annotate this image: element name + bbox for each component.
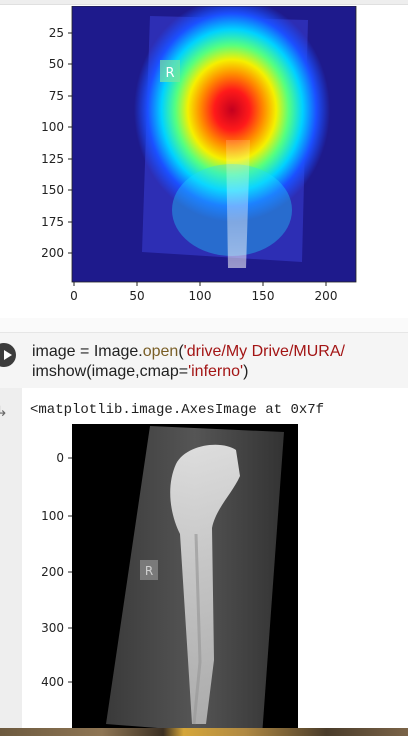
top-toolbar-edge — [0, 0, 408, 5]
y-tick: 300 — [41, 621, 64, 635]
y-tick: 25 — [49, 26, 64, 40]
y-tick: 0 — [56, 451, 64, 465]
y-tick: 100 — [41, 509, 64, 523]
marker-letter: R — [165, 66, 174, 81]
cell-separator — [0, 318, 408, 332]
x-tick: 100 — [189, 289, 212, 303]
x-tick: 200 — [315, 289, 338, 303]
x-tick: 50 — [129, 289, 144, 303]
heatmap-plot: R 25 50 75 100 125 150 175 200 0 50 100 … — [41, 6, 357, 303]
code-cell[interactable]: image = Image.open('drive/My Drive/MURA/… — [0, 332, 408, 390]
code-line-2[interactable]: imshow(image,cmap='inferno') — [32, 363, 248, 381]
forearm-bone-shadow — [226, 140, 250, 268]
inferno-plot: R 0 100 200 300 400 — [41, 424, 298, 732]
output-arrow-icon[interactable]: ↳ — [0, 404, 8, 420]
output-cell: ↳ <matplotlib.image.AxesImage at 0x7f R — [0, 388, 408, 736]
y-tick: 200 — [41, 246, 64, 260]
x-tick: 150 — [252, 289, 275, 303]
y-tick: 175 — [41, 215, 64, 229]
y-tick: 50 — [49, 57, 64, 71]
y-tick: 200 — [41, 565, 64, 579]
code-line-1[interactable]: image = Image.open('drive/My Drive/MURA/ — [32, 343, 345, 361]
taskbar-strip — [0, 728, 408, 736]
xray-marker-letter: R — [145, 564, 153, 578]
y-tick: 125 — [41, 152, 64, 166]
y-tick: 100 — [41, 120, 64, 134]
y-tick: 150 — [41, 183, 64, 197]
x-tick: 0 — [70, 289, 78, 303]
y-tick: 400 — [41, 675, 64, 689]
y-tick: 75 — [49, 89, 64, 103]
run-cell-button[interactable] — [0, 343, 16, 367]
output-text: <matplotlib.image.AxesImage at 0x7f — [30, 402, 325, 418]
